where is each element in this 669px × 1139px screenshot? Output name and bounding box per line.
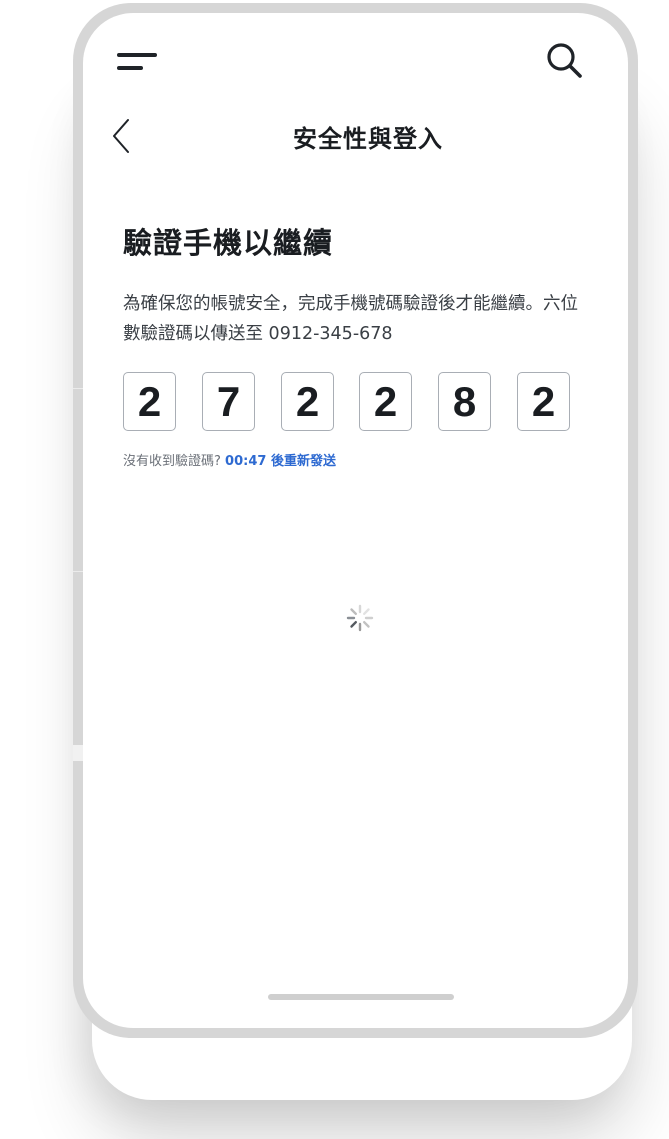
code-digit-4[interactable]: 2 (359, 372, 412, 431)
menu-icon[interactable] (117, 51, 161, 73)
home-indicator[interactable] (268, 994, 454, 1000)
resend-row: 沒有收到驗證碼? 00:47 後重新發送 (123, 450, 336, 469)
code-digit-1[interactable]: 2 (123, 372, 176, 431)
code-digit-6[interactable]: 2 (517, 372, 570, 431)
code-digit-3[interactable]: 2 (281, 372, 334, 431)
verification-heading: 驗證手機以繼續 (123, 226, 334, 260)
page-title: 安全性與登入 (293, 125, 443, 153)
stage: 安全性與登入 驗證手機以繼續 為確保您的帳號安全，完成手機號碼驗證後才能繼續。六… (0, 0, 669, 1139)
verification-code-input[interactable]: 2 7 2 2 8 2 (123, 372, 583, 432)
verification-description: 為確保您的帳號安全，完成手機號碼驗證後才能繼續。六位數驗證碼以傳送至 0912-… (123, 294, 578, 344)
code-digit-2[interactable]: 7 (202, 372, 255, 431)
phone-screen: 安全性與登入 驗證手機以繼續 為確保您的帳號安全，完成手機號碼驗證後才能繼續。六… (83, 13, 628, 1028)
menu-line-bottom (117, 66, 143, 70)
resend-timer-link[interactable]: 00:47 後重新發送 (225, 454, 336, 469)
code-digit-5[interactable]: 8 (438, 372, 491, 431)
menu-line-top (117, 53, 157, 57)
search-icon[interactable] (543, 39, 585, 81)
resend-prefix: 沒有收到驗證碼? (123, 454, 226, 469)
loading-spinner-icon (345, 603, 375, 633)
